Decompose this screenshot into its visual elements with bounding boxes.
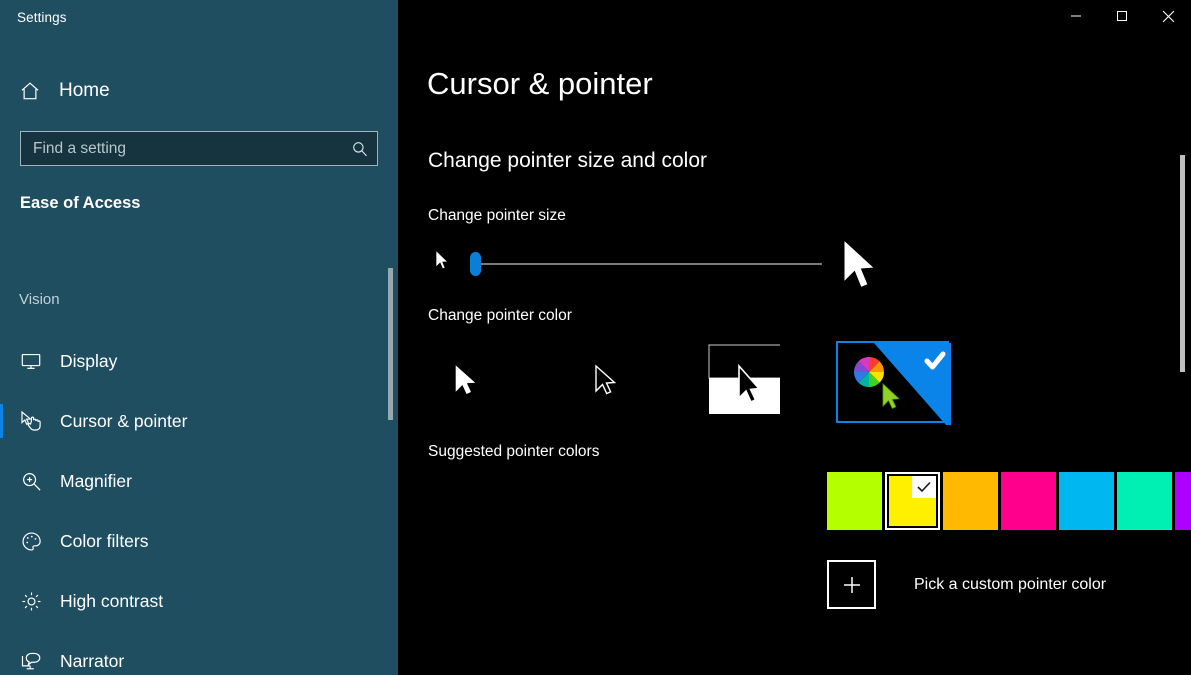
swatch-fill bbox=[1175, 472, 1191, 530]
sidebar: Settings Home Ease of Access Vision bbox=[0, 0, 398, 675]
sidebar-item-label: Display bbox=[60, 351, 117, 372]
pointer-size-slider-group bbox=[428, 240, 888, 292]
swatch-fill bbox=[1001, 472, 1056, 530]
sidebar-title-bar: Settings bbox=[0, 0, 398, 32]
nav-group-label: Vision bbox=[19, 291, 60, 308]
maximize-button[interactable] bbox=[1099, 0, 1145, 32]
sidebar-item-magnifier[interactable]: Magnifier bbox=[0, 461, 380, 501]
selection-accent-bar bbox=[0, 464, 3, 498]
suggested-color-swatches bbox=[827, 472, 1191, 530]
sidebar-item-label: Magnifier bbox=[60, 471, 132, 492]
large-cursor-preview-icon bbox=[840, 237, 884, 300]
inverted-pointer-icon bbox=[704, 341, 780, 421]
swatch-fill bbox=[1059, 472, 1114, 530]
suggested-colors-label: Suggested pointer colors bbox=[428, 443, 599, 461]
section-heading: Change pointer size and color bbox=[428, 150, 707, 171]
pointer-size-slider-track[interactable] bbox=[477, 263, 822, 265]
pointer-option-custom-color[interactable] bbox=[836, 341, 949, 423]
color-swatch-chartreuse[interactable] bbox=[827, 472, 882, 530]
color-swatch-spring-green[interactable] bbox=[1117, 472, 1172, 530]
minimize-icon bbox=[1070, 10, 1082, 22]
color-swatch-amber[interactable] bbox=[943, 472, 998, 530]
sun-icon bbox=[16, 586, 46, 616]
swatch-fill bbox=[827, 472, 882, 530]
sidebar-item-home[interactable]: Home bbox=[0, 72, 380, 110]
monitor-icon bbox=[16, 346, 46, 376]
search-icon[interactable] bbox=[343, 132, 377, 165]
pick-custom-color-button[interactable] bbox=[827, 560, 876, 609]
pointer-option-white[interactable] bbox=[426, 341, 502, 421]
sidebar-item-label: High contrast bbox=[60, 591, 163, 612]
sidebar-scrollbar[interactable] bbox=[388, 268, 393, 420]
close-button[interactable] bbox=[1145, 0, 1191, 32]
black-outline-pointer-icon bbox=[566, 341, 642, 421]
sidebar-item-label: Narrator bbox=[60, 651, 124, 672]
check-icon bbox=[916, 480, 932, 494]
maximize-icon bbox=[1116, 10, 1128, 22]
pointer-size-slider-thumb[interactable] bbox=[470, 252, 481, 276]
cursor-hand-icon bbox=[16, 406, 46, 436]
window-controls bbox=[1053, 0, 1191, 32]
color-swatch-violet[interactable] bbox=[1175, 472, 1191, 530]
main-content: Cursor & pointer Change pointer size and… bbox=[398, 0, 1191, 675]
main-scrollbar[interactable] bbox=[1180, 155, 1185, 372]
close-icon bbox=[1162, 10, 1175, 23]
sidebar-item-high-contrast[interactable]: High contrast bbox=[0, 581, 380, 621]
pointer-color-label: Change pointer color bbox=[428, 307, 572, 325]
sidebar-item-label: Cursor & pointer bbox=[60, 411, 187, 432]
pointer-option-inverted[interactable] bbox=[704, 341, 780, 421]
selection-accent-bar bbox=[0, 584, 3, 618]
color-swatch-yellow[interactable] bbox=[885, 472, 940, 530]
plus-icon bbox=[841, 574, 863, 596]
swatch-fill bbox=[943, 472, 998, 530]
white-pointer-icon bbox=[426, 341, 502, 421]
pointer-size-label: Change pointer size bbox=[428, 207, 566, 225]
small-cursor-preview-icon bbox=[434, 249, 452, 278]
narrator-icon bbox=[16, 646, 46, 675]
pointer-color-options bbox=[426, 341, 986, 423]
sidebar-item-color-filters[interactable]: Color filters bbox=[0, 521, 380, 561]
swatch-fill bbox=[1117, 472, 1172, 530]
sidebar-item-display[interactable]: Display bbox=[0, 341, 380, 381]
pointer-option-black-outline[interactable] bbox=[566, 341, 642, 421]
search-input[interactable] bbox=[21, 139, 343, 159]
selection-accent-bar bbox=[0, 644, 3, 675]
sidebar-item-label: Color filters bbox=[60, 531, 149, 552]
color-swatch-cyan[interactable] bbox=[1059, 472, 1114, 530]
sidebar-item-narrator[interactable]: Narrator bbox=[0, 641, 380, 675]
pick-custom-color-label: Pick a custom pointer color bbox=[914, 576, 1106, 594]
swatch-check-notch bbox=[912, 476, 936, 498]
sidebar-home-label: Home bbox=[59, 80, 110, 102]
selection-accent-bar bbox=[0, 344, 3, 378]
search-box[interactable] bbox=[20, 131, 378, 166]
category-title: Ease of Access bbox=[20, 194, 140, 213]
settings-window: Settings Home Ease of Access Vision bbox=[0, 0, 1191, 675]
selection-accent-bar bbox=[0, 404, 3, 438]
sidebar-item-cursor-pointer[interactable]: Cursor & pointer bbox=[0, 401, 380, 441]
minimize-button[interactable] bbox=[1053, 0, 1099, 32]
color-swatch-magenta[interactable] bbox=[1001, 472, 1056, 530]
magnifier-plus-icon bbox=[16, 466, 46, 496]
selection-accent-bar bbox=[0, 524, 3, 558]
home-icon bbox=[16, 77, 44, 105]
custom-color-row: Pick a custom pointer color bbox=[827, 560, 1106, 609]
palette-icon bbox=[16, 526, 46, 556]
page-title: Cursor & pointer bbox=[427, 68, 653, 99]
custom-color-pointer-icon bbox=[838, 343, 947, 421]
app-title: Settings bbox=[17, 10, 67, 25]
